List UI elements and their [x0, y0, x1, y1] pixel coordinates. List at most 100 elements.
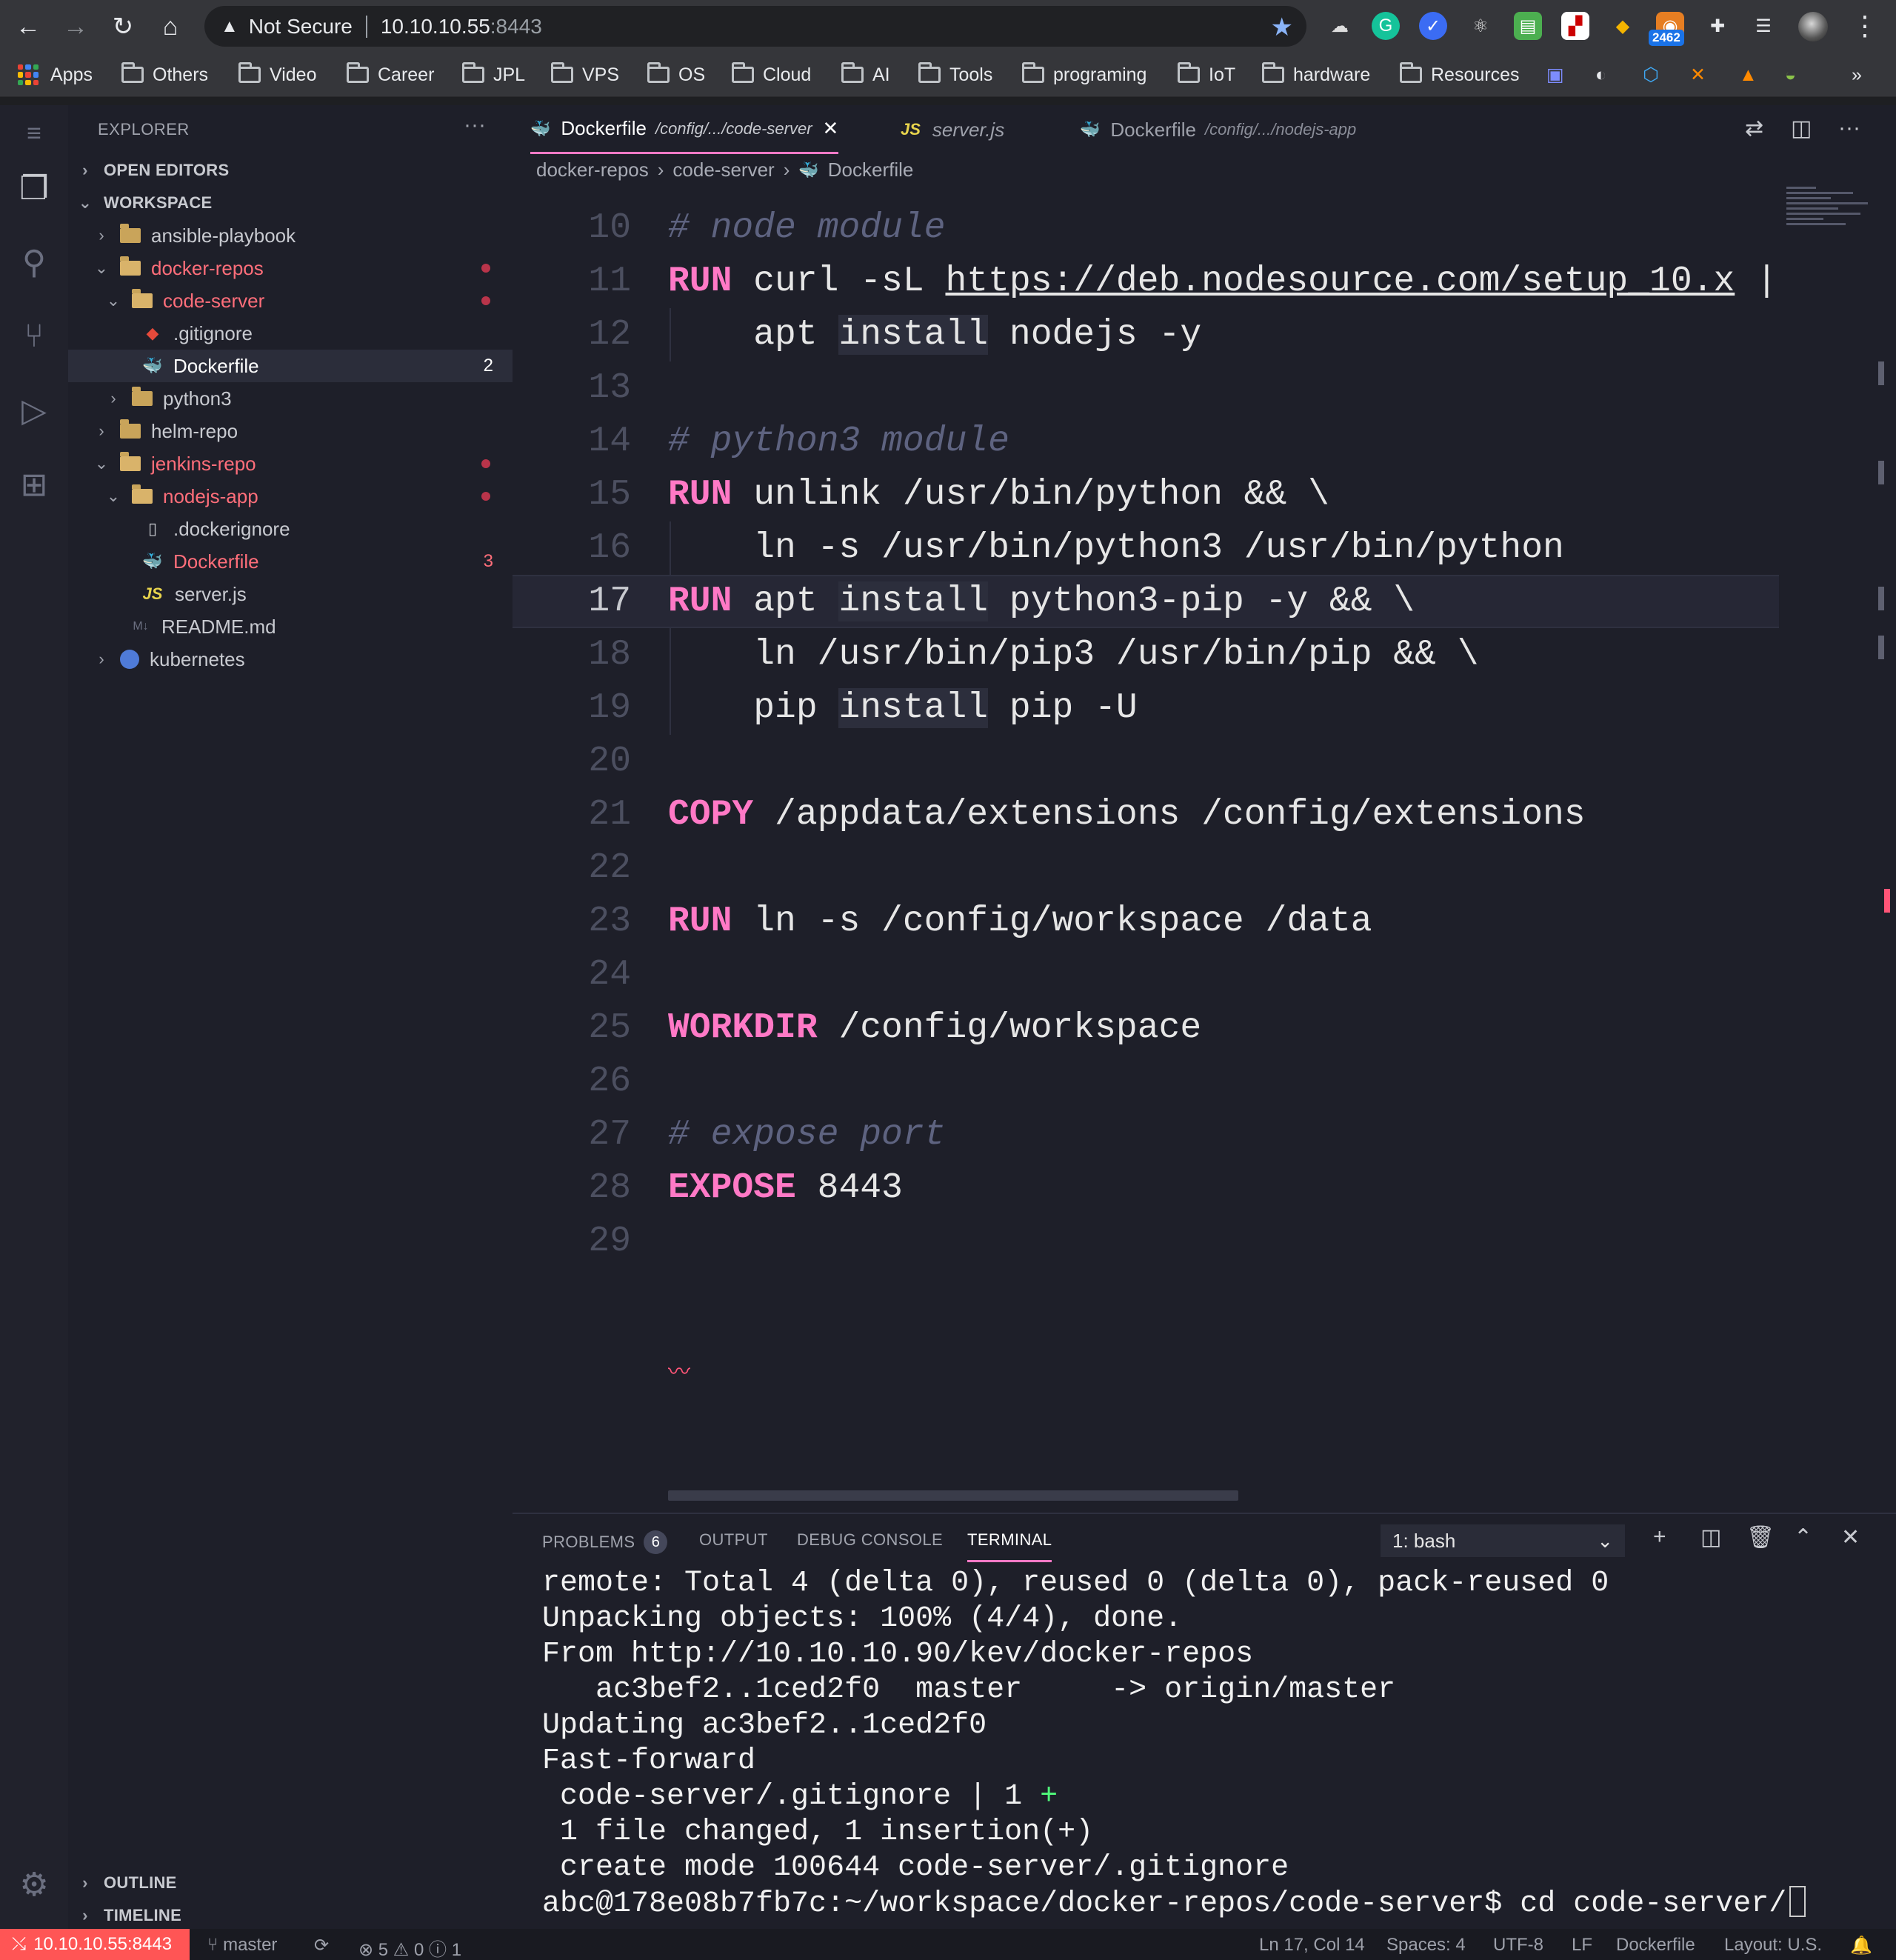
maximize-panel-icon[interactable]: ⌃ — [1794, 1524, 1812, 1550]
tree-folder[interactable]: ⌄ docker-repos — [68, 252, 513, 284]
extension-badge: 2462 — [1649, 30, 1684, 46]
trash-icon[interactable]: 🗑 — [1746, 1524, 1775, 1550]
tab-output[interactable]: OUTPUT — [699, 1530, 768, 1550]
problems-indicator[interactable]: ⊗ 5 ⚠ 0 ⓘ 1 — [358, 1935, 461, 1960]
bookmark-folder[interactable]: IoT — [1178, 62, 1235, 87]
forward-icon[interactable]: → — [59, 10, 92, 43]
tree-file[interactable]: ▯ .dockerignore — [68, 513, 513, 545]
reload-icon[interactable]: ↻ — [107, 10, 139, 43]
sync-icon[interactable]: ⟳ — [314, 1935, 329, 1956]
extensions-puzzle-icon[interactable]: ✚ — [1703, 12, 1732, 40]
x-bookmark-icon[interactable]: ✕ — [1690, 63, 1706, 87]
bookmark-folder[interactable]: Others — [121, 62, 208, 87]
globe-bookmark-icon[interactable]: ◐ — [1595, 63, 1606, 87]
indentation[interactable]: Spaces: 4 — [1386, 1935, 1466, 1956]
horizontal-scrollbar[interactable] — [668, 1490, 1238, 1501]
grammarly-icon[interactable]: G — [1372, 12, 1400, 40]
reading-list-icon[interactable]: ☰ — [1749, 12, 1778, 40]
menu-icon[interactable]: ≡ — [10, 110, 58, 157]
outline-section[interactable]: › OUTLINE — [68, 1868, 513, 1898]
line-ending[interactable]: LF — [1572, 1935, 1592, 1956]
chip-bookmark-icon[interactable]: ▣ — [1546, 63, 1564, 87]
printer-extension-icon[interactable]: ▤ — [1514, 12, 1542, 40]
bookmark-apps[interactable]: Apps — [18, 63, 93, 87]
bookmark-folder[interactable]: programing — [1022, 62, 1146, 87]
tab-server-js[interactable]: JS server.js — [901, 105, 1004, 154]
hexagon-bookmark-icon[interactable]: ⬡ — [1643, 63, 1659, 87]
open-editors-section[interactable]: › OPEN EDITORS — [68, 156, 513, 185]
tab-dockerfile-code-server[interactable]: 🐳 Dockerfile/config/.../code-server ✕ — [530, 105, 839, 154]
settings-gear-icon[interactable]: ⚙ — [10, 1861, 58, 1908]
breadcrumb-item[interactable]: Dockerfile — [828, 159, 914, 181]
more-actions-icon[interactable]: ··· — [1838, 116, 1860, 141]
cloud-extension-icon[interactable]: ☁ — [1326, 12, 1354, 40]
workspace-section[interactable]: ⌄ WORKSPACE — [68, 188, 513, 218]
tree-file[interactable]: 🐳 Dockerfile 3 — [68, 545, 513, 578]
tree-folder[interactable]: ⌄ jenkins-repo — [68, 447, 513, 480]
search-icon[interactable]: ⚲ — [10, 239, 58, 286]
tree-folder[interactable]: › ansible-playbook — [68, 219, 513, 252]
tree-file[interactable]: JS server.js — [68, 578, 513, 610]
more-bookmarks-icon[interactable]: » — [1852, 63, 1862, 87]
terminal-select[interactable]: 1: bash ⌄ — [1381, 1524, 1625, 1557]
split-editor-icon[interactable]: ◫ — [1791, 116, 1812, 141]
explorer-icon[interactable]: ❐ — [10, 164, 58, 212]
code-line: 16 ln -s /usr/bin/python3 /usr/bin/pytho… — [588, 528, 1564, 568]
bookmark-folder[interactable]: Tools — [918, 62, 992, 87]
tree-folder[interactable]: › python3 — [68, 382, 513, 415]
tab-dockerfile-nodejs-app[interactable]: 🐳 Dockerfile/config/.../nodejs-app — [1080, 105, 1356, 154]
branch-indicator[interactable]: ⑂ master — [207, 1935, 277, 1956]
tree-folder[interactable]: › helm-repo — [68, 415, 513, 447]
bookmark-folder[interactable]: Video — [238, 62, 317, 87]
tree-file[interactable]: 🐳 Dockerfile 2 — [68, 350, 513, 382]
react-devtools-icon[interactable]: ⚛ — [1466, 12, 1495, 40]
keyboard-layout[interactable]: Layout: U.S. — [1724, 1935, 1822, 1956]
bookmark-star-icon[interactable]: ★ — [1271, 13, 1293, 42]
bookmark-folder[interactable]: AI — [841, 62, 890, 87]
remote-indicator[interactable]: ⤯ 10.10.10.55:8443 — [0, 1929, 190, 1960]
timeline-section[interactable]: › TIMELINE — [68, 1901, 513, 1930]
breadcrumb-item[interactable]: code-server — [672, 159, 774, 181]
tab-debug-console[interactable]: DEBUG CONSOLE — [797, 1530, 943, 1550]
more-actions-icon[interactable]: ··· — [464, 113, 486, 138]
triangle-bookmark-icon[interactable]: ▲ — [1739, 63, 1758, 87]
extensions-icon[interactable]: ⊞ — [10, 461, 58, 508]
source-control-icon[interactable]: ⑂ — [10, 313, 58, 360]
encoding[interactable]: UTF-8 — [1493, 1935, 1543, 1956]
bookmark-folder[interactable]: VPS — [551, 62, 619, 87]
breadcrumb-item[interactable]: docker-repos — [536, 159, 649, 181]
bookmark-folder[interactable]: OS — [647, 62, 705, 87]
browser-menu-icon[interactable]: ⋮ — [1852, 10, 1878, 41]
back-icon[interactable]: ← — [12, 10, 44, 43]
minimap[interactable] — [1786, 187, 1875, 239]
tree-folder[interactable]: ⌄ code-server — [68, 284, 513, 317]
tab-terminal[interactable]: TERMINAL — [967, 1530, 1052, 1562]
tree-file[interactable]: ◆ .gitignore — [68, 317, 513, 350]
tree-folder[interactable]: › kubernetes — [68, 643, 513, 676]
close-tab-icon[interactable]: ✕ — [823, 117, 839, 140]
check-extension-icon[interactable]: ✓ — [1419, 12, 1447, 40]
bookmark-folder[interactable]: JPL — [462, 62, 525, 87]
bookmark-folder[interactable]: Cloud — [732, 62, 811, 87]
run-debug-icon[interactable]: ▷ — [10, 387, 58, 434]
cursor-position[interactable]: Ln 17, Col 14 — [1259, 1935, 1365, 1956]
tree-file[interactable]: M↓ README.md — [68, 610, 513, 643]
terminal-output[interactable]: remote: Total 4 (delta 0), reused 0 (del… — [542, 1566, 1806, 1922]
tab-problems[interactable]: PROBLEMS 6 — [542, 1530, 668, 1554]
bookmark-folder[interactable]: hardware — [1262, 62, 1370, 87]
colorful-extension-icon[interactable]: ◆ — [1609, 12, 1637, 40]
open-changes-icon[interactable]: ⇄ — [1745, 116, 1763, 141]
home-icon[interactable]: ⌂ — [154, 10, 187, 43]
bookmark-folder[interactable]: Career — [347, 62, 434, 87]
language-mode[interactable]: Dockerfile — [1616, 1935, 1695, 1956]
close-panel-icon[interactable]: ✕ — [1841, 1524, 1860, 1550]
tree-folder[interactable]: ⌄ nodejs-app — [68, 480, 513, 513]
new-terminal-icon[interactable]: + — [1653, 1524, 1666, 1550]
address-bar[interactable]: ▲ Not Secure 10.10.10.55:8443 ★ — [204, 6, 1306, 47]
tools-extension-icon[interactable]: ▞ — [1561, 12, 1589, 40]
bookmark-folder[interactable]: Resources — [1400, 62, 1520, 87]
bowl-bookmark-icon[interactable]: ◒ — [1785, 63, 1796, 87]
notifications-bell-icon[interactable]: 🔔 — [1850, 1935, 1872, 1956]
split-terminal-icon[interactable]: ◫ — [1700, 1524, 1721, 1550]
profile-avatar[interactable] — [1798, 12, 1828, 41]
